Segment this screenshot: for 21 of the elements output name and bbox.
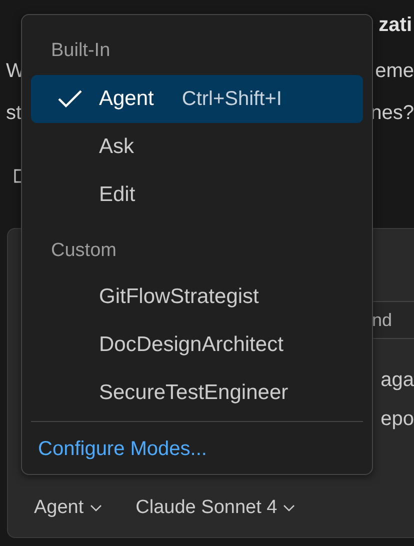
input-text: epo <box>380 407 414 432</box>
section-title: Custom <box>50 239 118 263</box>
input-text: aga <box>380 368 414 393</box>
chevron-icon <box>283 504 296 512</box>
configure-modes-link[interactable]: Configure Modes... <box>38 438 207 461</box>
menu-item[interactable]: SecureTestEngineer <box>31 369 363 417</box>
question-text: eme <box>375 60 414 82</box>
section-title: Built-In <box>50 39 112 63</box>
keyboard-shortcut: Ctrl+Shift+I <box>182 88 282 110</box>
toolbar-text: nd <box>372 310 392 330</box>
menu-item[interactable]: GitFlowStrategist <box>31 273 363 321</box>
chat-heading: zati <box>378 14 412 36</box>
question-text: st <box>6 102 22 124</box>
check-icon <box>57 89 83 109</box>
menu-item[interactable]: DocDesignArchitect <box>31 321 363 369</box>
menu-item[interactable]: Agent Ctrl+Shift+I <box>31 75 363 123</box>
menu-item[interactable]: Ask <box>31 123 363 171</box>
menu-item[interactable]: Edit <box>31 171 363 219</box>
chevron-icon <box>90 504 102 512</box>
mode-picker[interactable]: Agent <box>30 495 106 521</box>
model-picker[interactable]: Claude Sonnet 4 <box>132 495 300 521</box>
